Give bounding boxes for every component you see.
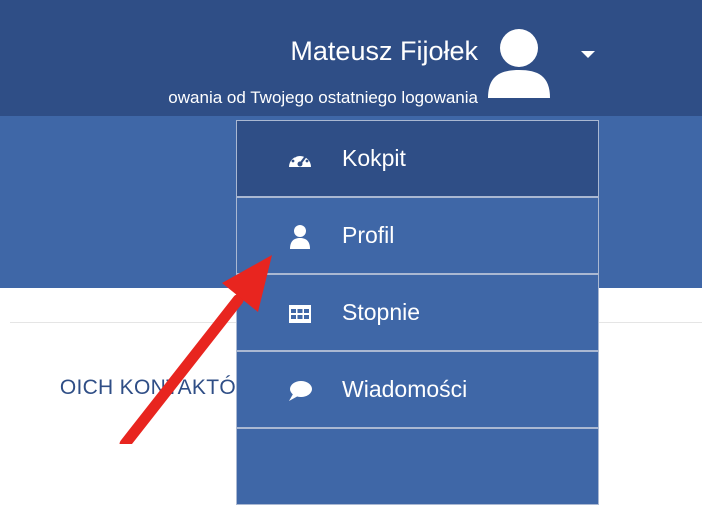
dashboard-icon [289, 152, 311, 167]
menu-item-more[interactable] [236, 428, 599, 505]
user-dropdown-menu: Kokpit Profil Stopnie Wiadomości [236, 120, 599, 505]
menu-item-wiadomosci[interactable]: Wiadomości [236, 351, 599, 428]
menu-item-label: Kokpit [342, 145, 406, 171]
last-login-info: owania od Twojego ostatniego logowania [168, 88, 478, 107]
user-icon [290, 225, 310, 249]
menu-item-profil[interactable]: Profil [236, 197, 599, 274]
user-avatar-icon[interactable] [486, 28, 552, 102]
menu-item-kokpit[interactable]: Kokpit [236, 120, 599, 197]
user-name[interactable]: Mateusz Fijołek [290, 36, 478, 67]
menu-item-label: Stopnie [342, 299, 421, 325]
contacts-heading: OICH KONTAKTÓ [59, 376, 236, 399]
caret-down-icon[interactable] [581, 51, 595, 58]
comment-icon [289, 381, 312, 401]
menu-item-label: Wiadomości [342, 376, 468, 402]
menu-item-label: Profil [342, 222, 395, 248]
table-icon [289, 305, 311, 323]
menu-item-stopnie[interactable]: Stopnie [236, 274, 599, 351]
